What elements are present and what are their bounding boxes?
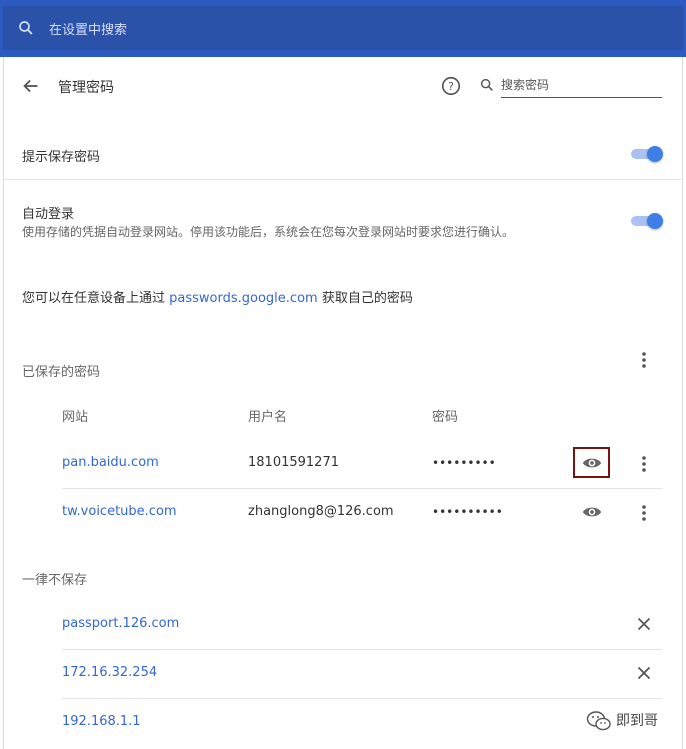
wechat-logo-icon — [586, 711, 611, 731]
divider — [62, 698, 662, 699]
saved-passwords-title: 已保存的密码 — [22, 365, 101, 380]
passwords-card: 管理密码 ? 提示保存密码 自动登录 使用存储的凭据自动登录网站。停用该功能后，… — [3, 57, 683, 749]
column-header-username: 用户名 — [248, 410, 288, 425]
offer-to-save-label: 提示保存密码 — [22, 150, 101, 165]
show-password-eye-icon[interactable] — [582, 455, 602, 471]
search-icon — [19, 21, 33, 35]
auto-signin-toggle[interactable] — [631, 213, 663, 229]
back-arrow-icon[interactable] — [20, 75, 42, 97]
saved-site-link[interactable]: pan.baidu.com — [62, 455, 159, 470]
passwords-google-link[interactable]: passwords.google.com — [169, 291, 318, 306]
more-vert-icon[interactable] — [635, 503, 653, 523]
saved-username: zhanglong8@126.com — [248, 504, 394, 519]
toggle-knob — [647, 213, 663, 229]
search-icon — [480, 78, 493, 91]
never-saved-site-link[interactable]: passport.126.com — [62, 616, 179, 631]
svg-text:?: ? — [448, 80, 454, 93]
toggle-knob — [647, 146, 663, 162]
note-suffix: 获取自己的密码 — [317, 291, 413, 306]
show-password-eye-icon[interactable] — [582, 504, 602, 520]
search-passwords-input[interactable] — [501, 72, 662, 98]
settings-search-placeholder[interactable]: 在设置中搜索 — [49, 19, 127, 38]
saved-password-masked: •••••••••• — [432, 505, 503, 519]
saved-site-link[interactable]: tw.voicetube.com — [62, 504, 177, 519]
settings-search-bar[interactable]: 在设置中搜索 — [3, 6, 683, 50]
divider — [4, 179, 682, 180]
note-prefix: 您可以在任意设备上通过 — [22, 291, 170, 306]
google-passwords-note: 您可以在任意设备上通过 passwords.google.com 获取自己的密码 — [22, 287, 413, 306]
offer-to-save-toggle[interactable] — [631, 146, 663, 162]
page-title: 管理密码 — [58, 80, 114, 96]
auto-signin-label: 自动登录 — [22, 207, 75, 222]
column-header-site: 网站 — [62, 410, 89, 425]
divider — [62, 649, 662, 650]
never-saved-title: 一律不保存 — [22, 573, 88, 588]
never-saved-site-link[interactable]: 192.168.1.1 — [62, 714, 141, 729]
more-vert-icon[interactable] — [635, 350, 653, 370]
remove-close-icon[interactable] — [637, 666, 651, 680]
more-vert-icon[interactable] — [635, 454, 653, 474]
saved-username: 18101591271 — [248, 455, 339, 470]
help-icon[interactable]: ? — [440, 75, 462, 97]
auto-signin-description: 使用存储的凭据自动登录网站。停用该功能后，系统会在您每次登录网站时要求您进行确认… — [22, 225, 515, 239]
saved-password-masked: ••••••••• — [432, 456, 496, 470]
watermark-text: 即到哥 — [616, 713, 658, 729]
settings-header: 在设置中搜索 — [0, 0, 686, 57]
divider — [62, 488, 662, 489]
column-header-password: 密码 — [432, 410, 459, 425]
remove-close-icon[interactable] — [637, 617, 651, 631]
never-saved-site-link[interactable]: 172.16.32.254 — [62, 665, 157, 680]
